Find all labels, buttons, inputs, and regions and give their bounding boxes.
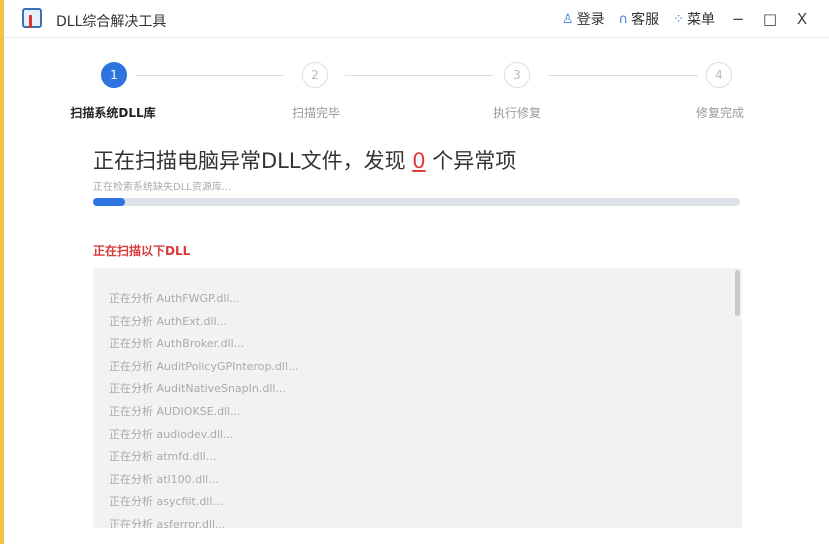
step-connector: [345, 75, 493, 76]
list-item: 正在分析 audiodev.dll...: [109, 427, 234, 441]
scan-status: 正在检索系统缺失DLL资源库...: [93, 182, 232, 193]
scan-list-title: 正在扫描以下DLL: [93, 244, 191, 258]
step-connector: [548, 75, 698, 76]
list-item: 正在分析 asycfilt.dll...: [109, 495, 223, 509]
list-item: 正在分析 asferror.dll...: [109, 517, 226, 528]
step-2-circle: 2: [302, 62, 328, 88]
list-item: 正在分析 atmfd.dll...: [109, 450, 217, 464]
anomaly-count[interactable]: 0: [412, 149, 425, 173]
step-2-label: 扫描完毕: [291, 106, 341, 120]
list-item: 正在分析 AUDIOKSE.dll...: [109, 404, 241, 418]
list-item: 正在分析 atl100.dll...: [109, 472, 219, 486]
menu-button[interactable]: ⁘ 菜单: [673, 9, 715, 29]
app-logo-icon: [22, 8, 42, 28]
maximize-button[interactable]: □: [761, 10, 779, 28]
step-3-label: 执行修复: [492, 106, 542, 120]
menu-label: 菜单: [687, 12, 715, 28]
step-1-label: 扫描系统DLL库: [70, 106, 156, 120]
heading-text-suffix: 个异常项: [425, 149, 517, 173]
list-item: 正在分析 AuditNativeSnapIn.dll...: [109, 382, 286, 396]
close-button[interactable]: X: [793, 10, 811, 28]
heading-text: 正在扫描电脑异常DLL文件，发现: [93, 149, 413, 173]
login-label: 登录: [576, 12, 605, 28]
title-bar: DLL综合解决工具 ♙ 登录 ∩ 客服 ⁘ 菜单 − □ X: [4, 0, 829, 38]
scan-list: 正在分析 AuthFWGP.dll... 正在分析 AuthExt.dll... 正…: [93, 268, 742, 528]
step-indicator: 1 2 3 4 扫描系统DLL库 扫描完毕 执行修复 修复完成: [0, 62, 829, 122]
step-4-circle: 4: [706, 62, 732, 88]
progress-bar: [93, 198, 740, 206]
minimize-button[interactable]: −: [729, 10, 747, 28]
scan-heading: 正在扫描电脑异常DLL文件，发现 0 个异常项: [93, 145, 516, 175]
user-icon: ♙: [561, 11, 574, 27]
list-item: 正在分析 AuthExt.dll...: [109, 314, 228, 328]
grid-icon: ⁘: [673, 11, 684, 27]
service-button[interactable]: ∩ 客服: [619, 9, 660, 29]
list-item: 正在分析 AuthBroker.dll...: [109, 337, 245, 351]
progress-fill: [93, 198, 126, 206]
scrollbar[interactable]: [735, 270, 740, 316]
list-item: 正在分析 AuthFWGP.dll...: [109, 292, 241, 305]
service-label: 客服: [631, 12, 660, 28]
step-connector: [136, 75, 284, 76]
step-1-circle: 1: [101, 62, 127, 88]
headset-icon: ∩: [618, 11, 629, 27]
login-button[interactable]: ♙ 登录: [562, 9, 605, 29]
step-4-label: 修复完成: [695, 106, 745, 120]
list-item: 正在分析 AuditPolicyGPInterop.dll...: [109, 359, 299, 373]
app-title: DLL综合解决工具: [56, 14, 167, 30]
step-3-circle: 3: [504, 62, 530, 88]
